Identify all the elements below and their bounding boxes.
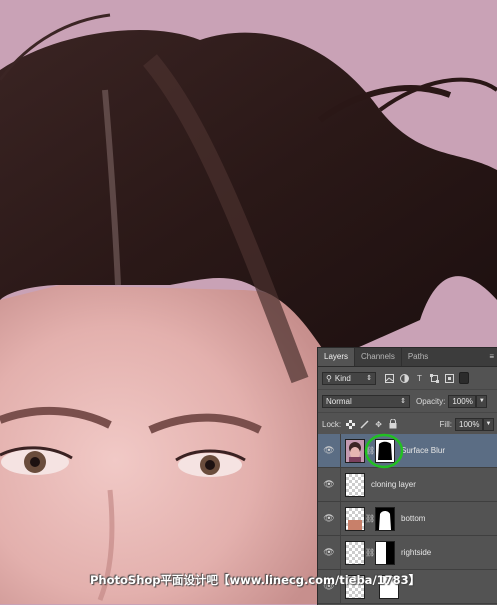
- layer-row-rightside[interactable]: 👁 ⛓ rightside: [318, 536, 497, 570]
- layer-row-surface-blur[interactable]: 👁 ⛓ Surface Blur: [318, 433, 497, 469]
- green-highlight-circle: [364, 433, 404, 469]
- lock-transparent-icon[interactable]: [345, 419, 356, 430]
- blend-opacity-row: Normal ⇕ Opacity: 100% ▼: [318, 390, 497, 413]
- layer-filter-row: ⚲ Kind ⇕ T: [318, 367, 497, 390]
- layer-row-cloning-layer[interactable]: 👁 cloning layer: [318, 468, 497, 502]
- watermark-text: PhotoShop平面设计吧【www.linecg.com/tieba/1783…: [90, 573, 421, 587]
- tab-layers[interactable]: Layers: [318, 348, 355, 366]
- lock-all-icon[interactable]: [387, 419, 398, 430]
- chain-link-icon[interactable]: ⛓: [365, 548, 375, 557]
- layer-mask-thumbnail[interactable]: [375, 506, 395, 531]
- layer-thumbnail[interactable]: [345, 506, 365, 531]
- search-icon: ⚲: [326, 373, 332, 383]
- filter-toggle[interactable]: [459, 372, 469, 384]
- layer-mask-thumbnail[interactable]: [375, 540, 395, 565]
- blend-mode-value: Normal: [326, 396, 352, 406]
- blend-mode-select[interactable]: Normal ⇕: [322, 394, 410, 408]
- fill-dropdown-button[interactable]: ▼: [483, 417, 494, 431]
- visibility-eye-icon[interactable]: 👁: [321, 513, 337, 524]
- image-filter-icon[interactable]: [384, 373, 395, 384]
- panel-menu-icon[interactable]: ≡: [489, 348, 494, 366]
- adjustment-filter-icon[interactable]: [399, 373, 410, 384]
- chevron-down-icon: ▼: [485, 421, 492, 427]
- chevron-down-icon: ▼: [478, 398, 485, 404]
- chain-link-icon[interactable]: ⛓: [365, 514, 375, 523]
- layer-thumbnail[interactable]: [345, 540, 365, 565]
- layer-name[interactable]: rightside: [401, 548, 431, 557]
- visibility-eye-icon[interactable]: 👁: [321, 445, 337, 456]
- opacity-value: 100%: [452, 396, 473, 406]
- chevron-updown-icon: ⇕: [400, 398, 406, 405]
- opacity-label: Opacity:: [416, 396, 446, 406]
- shape-filter-icon[interactable]: [429, 373, 440, 384]
- fill-value: 100%: [459, 419, 480, 429]
- lock-image-brush-icon[interactable]: [359, 419, 370, 430]
- layer-thumbnail[interactable]: [345, 438, 365, 463]
- smart-object-filter-icon[interactable]: [444, 373, 455, 384]
- layers-panel: Layers Channels Paths ≡ ⚲ Kind ⇕ T Norma…: [317, 347, 497, 605]
- layer-thumbnail[interactable]: [345, 472, 365, 497]
- visibility-eye-icon[interactable]: 👁: [321, 479, 337, 490]
- type-filter-icon[interactable]: T: [414, 373, 425, 384]
- layer-name[interactable]: Surface Blur: [401, 446, 445, 455]
- layer-row-bottom[interactable]: 👁 ⛓ bottom: [318, 502, 497, 536]
- tab-channels[interactable]: Channels: [354, 348, 401, 366]
- fill-label: Fill:: [439, 419, 452, 429]
- panel-tabs: Layers Channels Paths ≡: [318, 348, 497, 367]
- lock-fill-row: Lock: ✥ Fill: 100% ▼: [318, 413, 497, 436]
- visibility-eye-icon[interactable]: 👁: [321, 547, 337, 558]
- filter-kind-select[interactable]: ⚲ Kind ⇕: [322, 371, 376, 385]
- chevron-updown-icon: ⇕: [366, 375, 372, 382]
- layer-name[interactable]: cloning layer: [371, 480, 416, 489]
- filter-kind-label: Kind: [334, 373, 351, 383]
- tab-paths[interactable]: Paths: [400, 348, 434, 366]
- opacity-input[interactable]: 100%: [448, 394, 477, 408]
- layer-name[interactable]: bottom: [401, 514, 425, 523]
- lock-position-icon[interactable]: ✥: [373, 419, 384, 430]
- fill-input[interactable]: 100%: [455, 417, 483, 431]
- lock-label: Lock:: [322, 419, 342, 429]
- opacity-dropdown-button[interactable]: ▼: [476, 394, 488, 408]
